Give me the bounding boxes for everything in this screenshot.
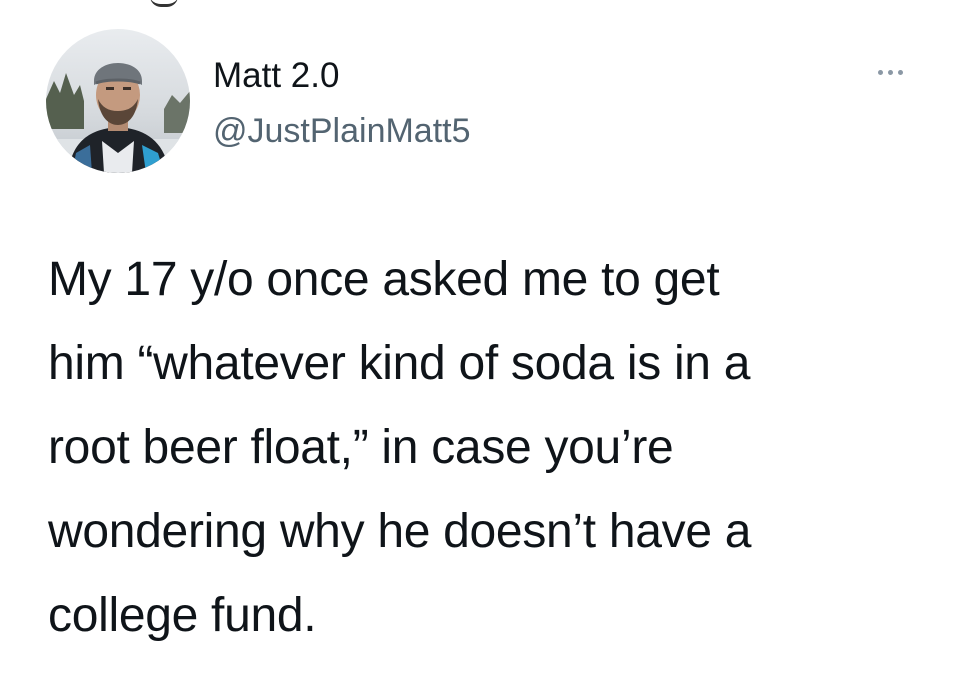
user-avatar[interactable] [46, 29, 190, 173]
tweet-text-line: him “whatever kind of soda is in a [48, 337, 751, 390]
tweet-text-line: root beer float,” in case you’re [48, 421, 674, 474]
user-avatar-photo-icon [46, 29, 190, 173]
more-dot [887, 69, 893, 75]
more-options-icon[interactable] [868, 60, 912, 84]
tweet-text: My 17 y/o once asked me to get him “what… [48, 238, 928, 658]
cropped-top-fragment [150, 0, 178, 7]
more-dot [877, 69, 883, 75]
tweet-text-line: college fund. [48, 589, 317, 642]
tweet-text-line: wondering why he doesn’t have a [48, 505, 752, 558]
author-handle[interactable]: @JustPlainMatt5 [213, 111, 471, 151]
author-display-name[interactable]: Matt 2.0 [213, 56, 339, 96]
tweet-card: Matt 2.0 @JustPlainMatt5 My 17 y/o once … [0, 0, 960, 692]
more-dot [897, 69, 903, 75]
tweet-text-line: My 17 y/o once asked me to get [48, 253, 720, 306]
